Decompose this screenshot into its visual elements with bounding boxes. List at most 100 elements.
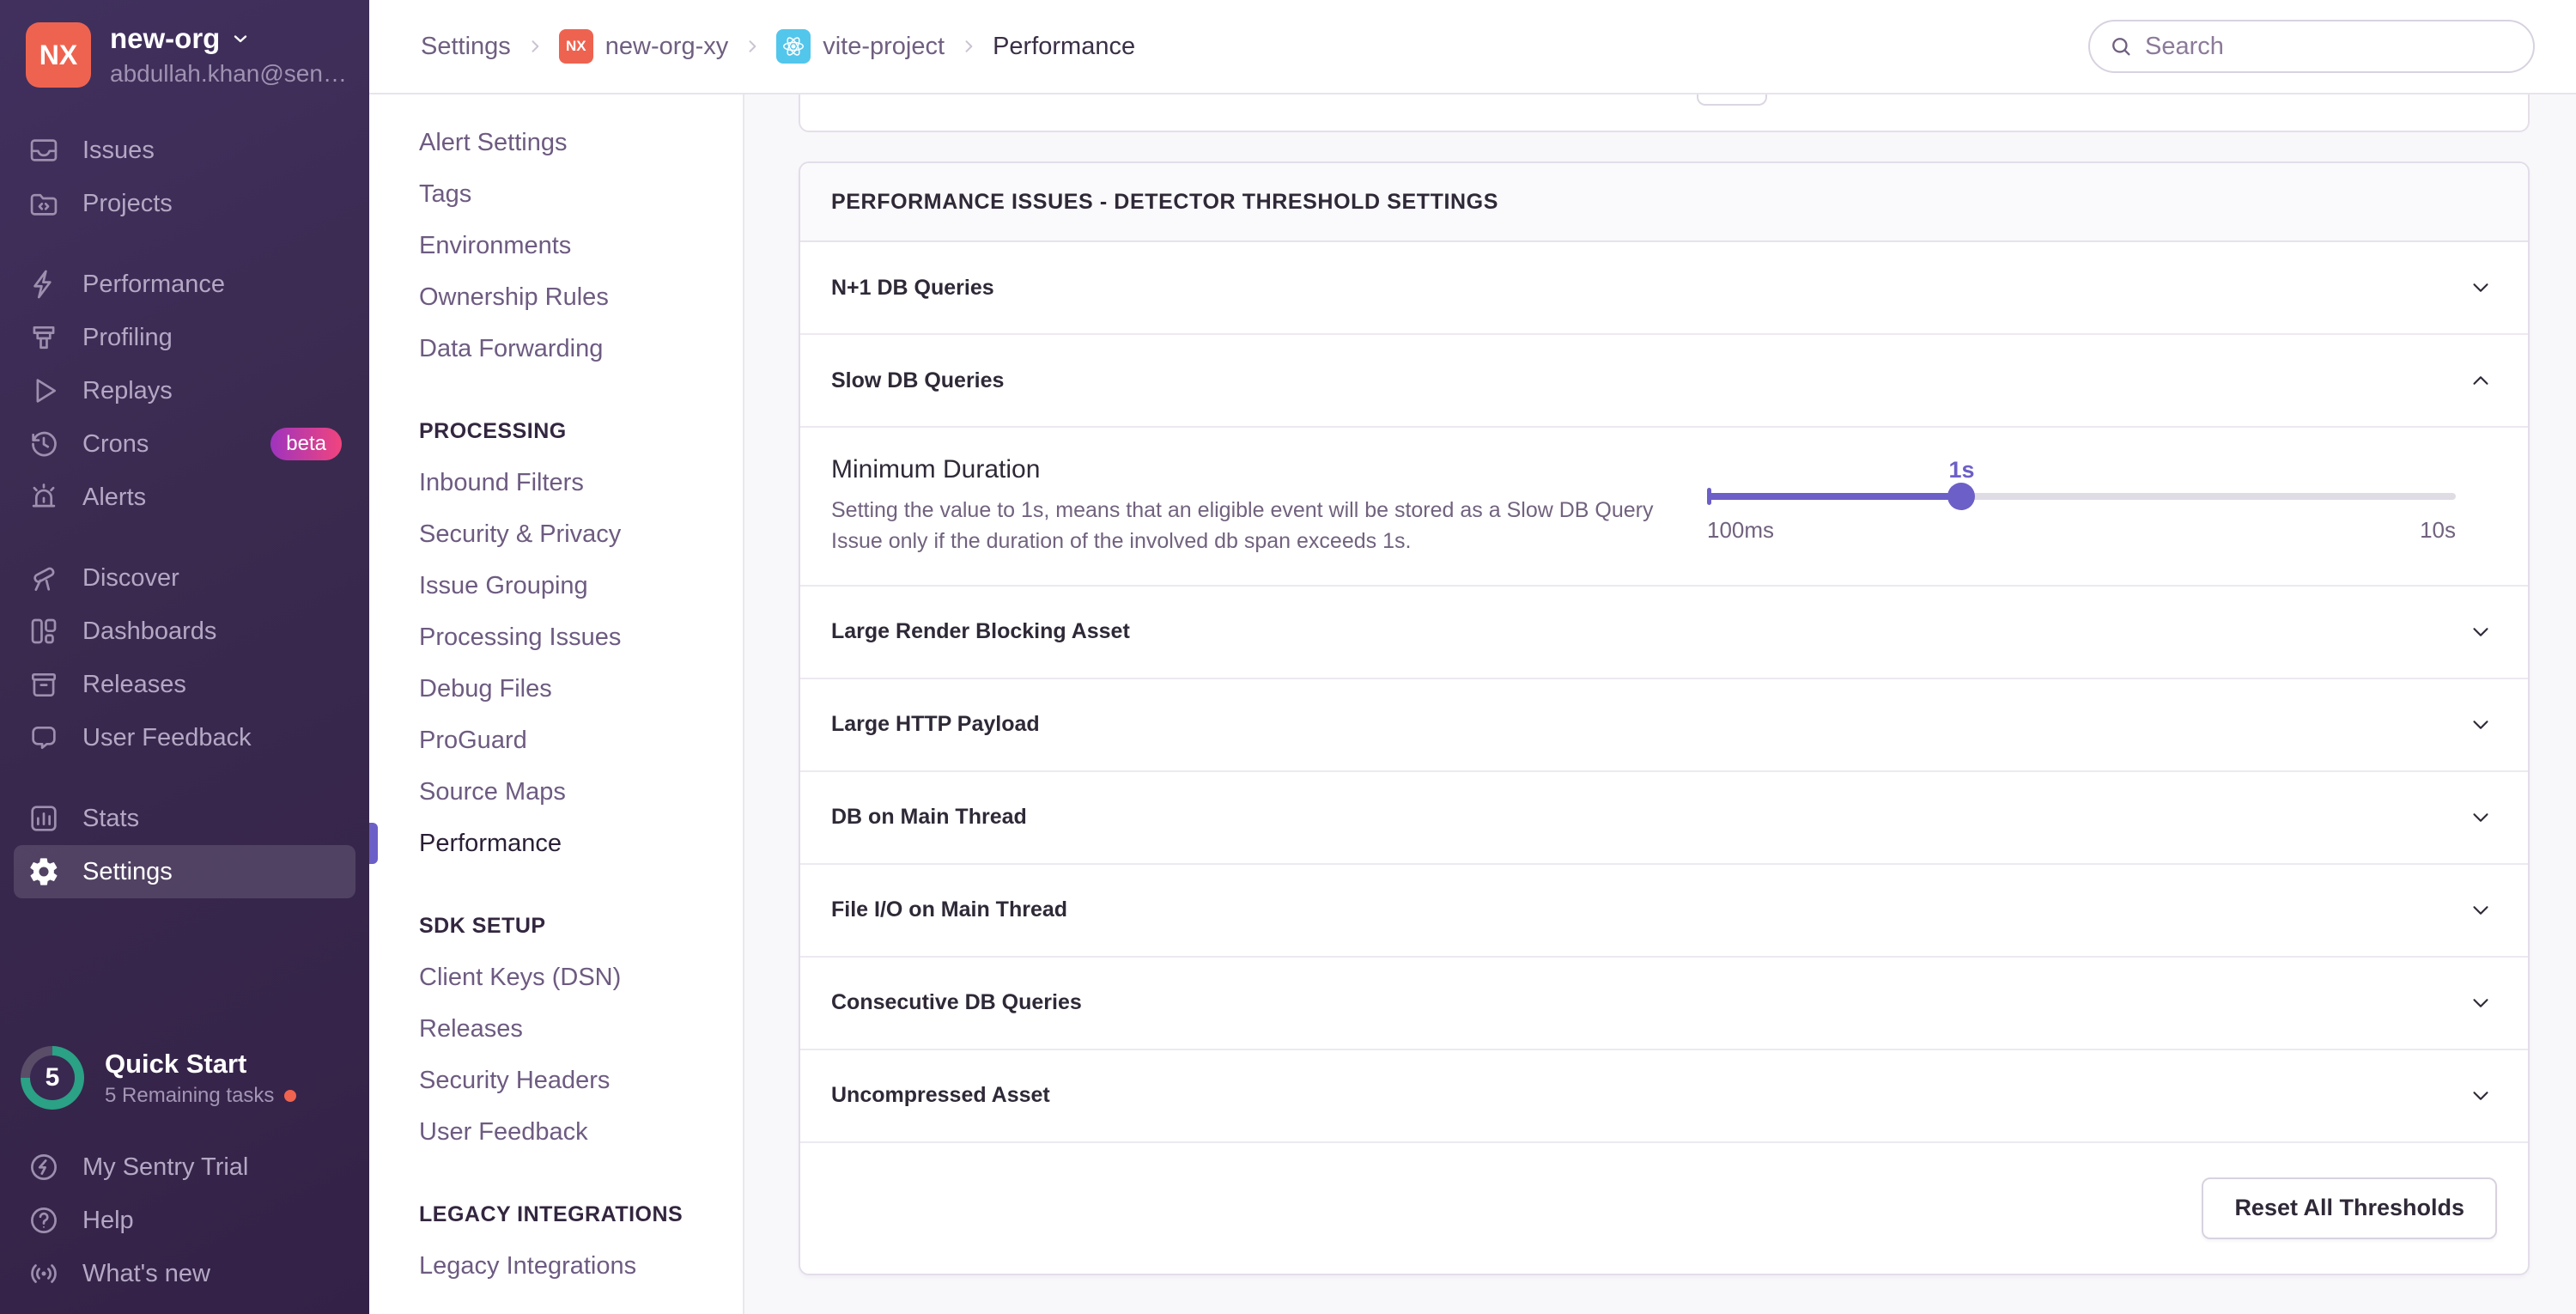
breadcrumb-label: vite-project xyxy=(823,32,945,60)
chevron-down-icon xyxy=(2468,1083,2494,1109)
performance-icon xyxy=(33,270,52,299)
sidebar-item-label: Profiling xyxy=(82,323,173,351)
detector-row-uncompressed-asset[interactable]: Uncompressed Asset xyxy=(800,1049,2528,1143)
detector-label: DB on Main Thread xyxy=(831,805,1027,829)
releases-icon xyxy=(31,672,57,697)
detector-row-file-i-o-on-main-thread[interactable]: File I/O on Main Thread xyxy=(800,864,2528,958)
notification-dot-icon xyxy=(284,1089,297,1102)
sidebar-item-projects[interactable]: Projects xyxy=(14,177,355,230)
settings-nav-item-issue-grouping[interactable]: Issue Grouping xyxy=(419,560,743,611)
settings-nav-item-processing-issues[interactable]: Processing Issues xyxy=(419,611,743,663)
app-sidebar: NX new-org abdullah.khan@sen… Issues Proj… xyxy=(0,0,369,1314)
crons-icon xyxy=(32,431,57,457)
sidebar-item-discover[interactable]: Discover xyxy=(14,551,355,605)
help-icon xyxy=(31,1208,57,1233)
settings-nav-item-data-forwarding[interactable]: Data Forwarding xyxy=(419,323,743,374)
chevron-down-icon xyxy=(2468,275,2494,301)
chevron-down-icon xyxy=(2468,805,2494,830)
detector-row-slow-db-queries[interactable]: Slow DB Queries xyxy=(800,335,2528,428)
issues-icon xyxy=(30,139,58,161)
settings-nav-section-legacy-integrations: LEGACY INTEGRATIONS xyxy=(419,1201,683,1226)
sidebar-item-label: What's new xyxy=(82,1259,210,1287)
discover-icon xyxy=(33,567,55,591)
breadcrumb-item-new-org-xy[interactable]: NX new-org-xy xyxy=(558,29,728,64)
settings-nav-item-inbound-filters[interactable]: Inbound Filters xyxy=(419,457,743,508)
slider-max-label: 10s xyxy=(2420,517,2456,543)
detector-row-consecutive-db-queries[interactable]: Consecutive DB Queries xyxy=(800,957,2528,1050)
settings-nav-item-ownership-rules[interactable]: Ownership Rules xyxy=(419,271,743,323)
org-name: new-org xyxy=(110,22,221,54)
nav-group: Issues Projects xyxy=(14,124,355,230)
sidebar-item-label: Releases xyxy=(82,670,186,698)
detector-row-large-http-payload[interactable]: Large HTTP Payload xyxy=(800,678,2528,772)
breadcrumb-item-performance: Performance xyxy=(993,33,1135,61)
settings-nav-item-client-keys-dsn[interactable]: Client Keys (DSN) xyxy=(419,952,743,1003)
user-feedback-icon xyxy=(32,726,56,750)
quickstart-widget[interactable]: 5 Quick Start 5 Remaining tasks xyxy=(0,1046,369,1110)
cutoff-control-stub xyxy=(1697,94,1767,106)
search-input[interactable] xyxy=(2145,32,2514,61)
sidebar-item-my-sentry-trial[interactable]: My Sentry Trial xyxy=(14,1141,355,1194)
settings-nav-section-processing: PROCESSING xyxy=(419,418,567,443)
slow-db-queries-settings: Minimum Duration Setting the value to 1s… xyxy=(800,428,2528,587)
settings-nav-item-security-headers[interactable]: Security Headers xyxy=(419,1055,743,1106)
slider-track[interactable] xyxy=(1707,483,2456,510)
settings-nav: Alert Settings Tags Environments Ownership … xyxy=(369,94,744,1314)
alerts-icon xyxy=(32,484,56,508)
sidebar-item-user-feedback[interactable]: User Feedback xyxy=(14,711,355,764)
chevron-down-icon xyxy=(2468,712,2494,738)
sidebar-item-dashboards[interactable]: Dashboards xyxy=(14,605,355,658)
detector-label: N+1 DB Queries xyxy=(831,275,994,300)
settings-nav-item-releases[interactable]: Releases xyxy=(419,1003,743,1055)
sidebar-item-label: Settings xyxy=(82,857,173,885)
sidebar-item-label: My Sentry Trial xyxy=(82,1153,249,1181)
settings-nav-item-security-privacy[interactable]: Security & Privacy xyxy=(419,508,743,560)
detector-label: Slow DB Queries xyxy=(831,368,1005,392)
settings-nav-item-performance[interactable]: Performance xyxy=(419,818,743,869)
org-switcher[interactable]: NX new-org abdullah.khan@sen… xyxy=(0,22,369,88)
sidebar-item-crons[interactable]: Crons beta xyxy=(14,417,355,471)
breadcrumb: Settings NX new-org-xy vite-project Performa… xyxy=(421,29,1135,64)
sidebar-item-replays[interactable]: Replays xyxy=(14,364,355,417)
settings-nav-item-user-feedback[interactable]: User Feedback xyxy=(419,1106,743,1158)
breadcrumb-chevron-icon xyxy=(744,38,761,55)
detector-threshold-panel: PERFORMANCE ISSUES - DETECTOR THRESHOLD … xyxy=(799,161,2530,1275)
sidebar-item-what-s-new[interactable]: What's new xyxy=(14,1247,355,1300)
settings-nav-item-debug-files[interactable]: Debug Files xyxy=(419,663,743,715)
breadcrumb-chevron-icon xyxy=(526,38,544,55)
breadcrumb-item-settings[interactable]: Settings xyxy=(421,33,511,61)
settings-nav-item-legacy-integrations[interactable]: Legacy Integrations xyxy=(419,1240,743,1292)
sidebar-item-performance[interactable]: Performance xyxy=(14,258,355,311)
settings-nav-item-tags[interactable]: Tags xyxy=(419,168,743,220)
breadcrumb-item-vite-project[interactable]: vite-project xyxy=(776,29,945,64)
detector-row-n-1-db-queries[interactable]: N+1 DB Queries xyxy=(800,242,2528,335)
settings-nav-item-alert-settings[interactable]: Alert Settings xyxy=(419,117,743,168)
stats-icon xyxy=(31,806,57,831)
slider-value-row: 1s xyxy=(1707,457,2456,493)
slider-thumb[interactable] xyxy=(1947,483,1976,510)
sidebar-item-help[interactable]: Help xyxy=(14,1194,355,1247)
detector-row-large-render-blocking-asset[interactable]: Large Render Blocking Asset xyxy=(800,586,2528,679)
sidebar-item-stats[interactable]: Stats xyxy=(14,792,355,845)
breadcrumb-chevron-icon xyxy=(960,38,977,55)
content-row: Alert Settings Tags Environments Ownership … xyxy=(369,94,2576,1314)
sidebar-item-issues[interactable]: Issues xyxy=(14,124,355,177)
settings-nav-item-source-maps[interactable]: Source Maps xyxy=(419,766,743,818)
sidebar-item-label: Dashboards xyxy=(82,617,217,645)
detector-row-db-on-main-thread[interactable]: DB on Main Thread xyxy=(800,771,2528,865)
sidebar-item-profiling[interactable]: Profiling xyxy=(14,311,355,364)
primary-nav: Issues Projects Performance Profiling Replay… xyxy=(0,124,369,898)
detector-rows: N+1 DB Queries Slow DB Queries Minimum Du… xyxy=(800,242,2528,1143)
react-project-icon xyxy=(776,29,811,64)
previous-panel-cutoff xyxy=(799,94,2530,132)
org-email: abdullah.khan@sen… xyxy=(110,60,347,87)
sidebar-item-releases[interactable]: Releases xyxy=(14,658,355,711)
reset-all-thresholds-button[interactable]: Reset All Thresholds xyxy=(2202,1177,2497,1239)
search-box[interactable] xyxy=(2088,20,2535,73)
sidebar-item-settings[interactable]: Settings xyxy=(14,845,355,898)
breadcrumb-label: Performance xyxy=(993,32,1136,60)
sidebar-item-alerts[interactable]: Alerts xyxy=(14,471,355,524)
chevron-down-icon xyxy=(234,35,247,43)
settings-nav-item-environments[interactable]: Environments xyxy=(419,220,743,271)
settings-nav-item-proguard[interactable]: ProGuard xyxy=(419,715,743,766)
